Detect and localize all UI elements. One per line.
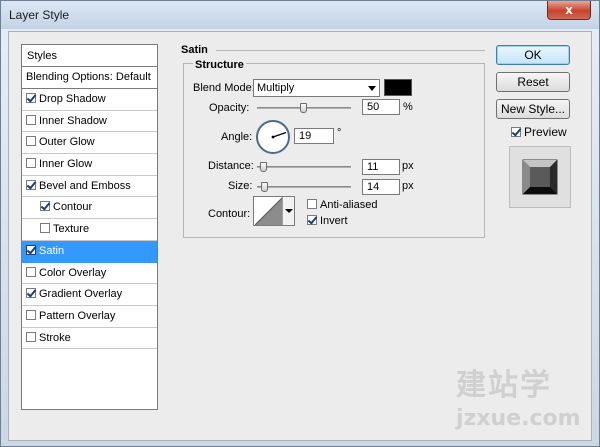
distance-label: Distance: — [208, 160, 254, 172]
contour-dropdown-arrow[interactable] — [282, 197, 294, 225]
invert-check-icon — [307, 215, 317, 225]
style-item-label: Satin — [39, 244, 65, 257]
anti-aliased-check-icon — [307, 199, 317, 209]
checkbox-icon[interactable] — [26, 266, 36, 277]
style-preview-thumbnail — [509, 146, 571, 208]
preview-swatch-icon — [522, 159, 558, 195]
size-slider-thumb[interactable] — [261, 182, 268, 192]
styles-list: Styles Blending Options: Default Drop Sh… — [21, 44, 158, 410]
distance-slider-thumb[interactable] — [260, 162, 267, 172]
checkbox-icon[interactable] — [26, 331, 36, 342]
new-style-button[interactable]: New Style... — [496, 99, 570, 119]
style-item-label: Texture — [53, 223, 90, 236]
invert-label: Invert — [320, 215, 348, 227]
structure-title: Structure — [193, 59, 246, 71]
style-item-bevel-and-emboss[interactable]: Bevel and Emboss — [22, 176, 157, 198]
satin-section-title: Satin — [181, 44, 208, 56]
opacity-input[interactable]: 50 — [362, 99, 400, 115]
angle-input[interactable]: 19 — [294, 128, 334, 144]
watermark-brand: 建站学 — [456, 368, 552, 403]
preview-check-icon — [511, 127, 521, 137]
style-item-pattern-overlay[interactable]: Pattern Overlay — [22, 306, 157, 328]
angle-label: Angle: — [221, 131, 253, 143]
size-input[interactable]: 14 — [362, 179, 400, 195]
style-item-label: Outer Glow — [39, 136, 95, 149]
section-divider — [216, 50, 485, 51]
blend-mode-select[interactable]: Multiply — [253, 79, 380, 97]
style-item-contour[interactable]: Contour — [22, 197, 157, 220]
opacity-unit: % — [403, 101, 413, 113]
style-item-drop-shadow[interactable]: Drop Shadow — [22, 89, 157, 111]
angle-dial[interactable] — [256, 120, 290, 154]
chevron-down-icon — [368, 86, 376, 91]
opacity-slider-thumb[interactable] — [300, 103, 307, 113]
distance-input[interactable]: 11 — [362, 159, 400, 175]
dialog-title: Layer Style — [9, 8, 70, 22]
contour-label: Contour: — [208, 208, 251, 220]
close-button[interactable]: x — [547, 1, 591, 20]
style-item-inner-glow[interactable]: Inner Glow — [22, 154, 157, 176]
blend-mode-value: Multiply — [257, 82, 295, 94]
anti-aliased-checkbox[interactable]: Anti-aliased — [307, 199, 377, 211]
style-item-stroke[interactable]: Stroke — [22, 328, 157, 350]
style-item-inner-shadow[interactable]: Inner Shadow — [22, 111, 157, 133]
opacity-label: Opacity: — [209, 102, 250, 114]
style-item-label: Inner Glow — [39, 158, 93, 171]
checkbox-icon[interactable] — [26, 158, 36, 169]
angle-dial-needle — [271, 131, 287, 139]
anti-aliased-label: Anti-aliased — [320, 199, 378, 211]
reset-button[interactable]: Reset — [496, 72, 570, 92]
size-slider-track[interactable] — [257, 186, 351, 188]
style-item-label: Inner Shadow — [39, 114, 107, 127]
style-item-label: Pattern Overlay — [39, 309, 116, 322]
watermark-url: jzxue.com — [456, 406, 581, 431]
size-label: Size: — [228, 180, 253, 192]
angle-unit: ° — [337, 127, 342, 139]
style-item-texture[interactable]: Texture — [22, 219, 157, 241]
ok-button[interactable]: OK — [496, 45, 570, 65]
watermark: 建站学 jzxue.com — [456, 360, 581, 431]
distance-unit: px — [402, 160, 414, 172]
style-item-color-overlay[interactable]: Color Overlay — [22, 263, 157, 285]
checkbox-icon[interactable] — [26, 288, 36, 299]
preview-checkbox[interactable]: Preview — [511, 125, 567, 139]
style-item-label: Stroke — [39, 331, 71, 344]
styles-header[interactable]: Styles — [22, 45, 157, 67]
style-item-label: Bevel and Emboss — [39, 179, 131, 192]
preview-label: Preview — [524, 125, 567, 139]
style-item-label: Gradient Overlay — [39, 288, 123, 301]
dialog-body: Styles Blending Options: Default Drop Sh… — [8, 31, 592, 441]
style-item-gradient-overlay[interactable]: Gradient Overlay — [22, 284, 157, 306]
style-item-satin[interactable]: Satin — [22, 240, 157, 263]
title-bar[interactable]: Layer Style x — [1, 1, 599, 29]
style-item-outer-glow[interactable]: Outer Glow — [22, 132, 157, 155]
checkbox-icon[interactable] — [26, 309, 36, 320]
checkbox-icon[interactable] — [26, 179, 36, 190]
style-item-label: Color Overlay — [39, 266, 107, 279]
checkbox-icon[interactable] — [40, 223, 50, 234]
checkbox-icon[interactable] — [26, 93, 36, 103]
distance-slider-track[interactable] — [257, 166, 351, 168]
style-item-label: Drop Shadow — [39, 93, 106, 105]
style-item-label: Contour — [53, 201, 93, 214]
blending-options-item[interactable]: Blending Options: Default — [22, 67, 157, 89]
checkbox-icon[interactable] — [26, 244, 36, 255]
checkbox-icon[interactable] — [26, 114, 36, 125]
invert-checkbox[interactable]: Invert — [307, 215, 348, 227]
contour-curve-icon — [255, 197, 283, 225]
checkbox-icon[interactable] — [40, 201, 50, 212]
checkbox-icon[interactable] — [26, 136, 36, 147]
style-items: Drop Shadow Inner Shadow Outer Glow Inner G… — [22, 89, 157, 350]
blend-mode-label: Blend Mode: — [193, 82, 255, 94]
size-unit: px — [402, 180, 414, 192]
layer-style-dialog: Layer Style x Styles Blending Options: D… — [0, 0, 600, 447]
blend-color-swatch[interactable] — [384, 79, 412, 96]
